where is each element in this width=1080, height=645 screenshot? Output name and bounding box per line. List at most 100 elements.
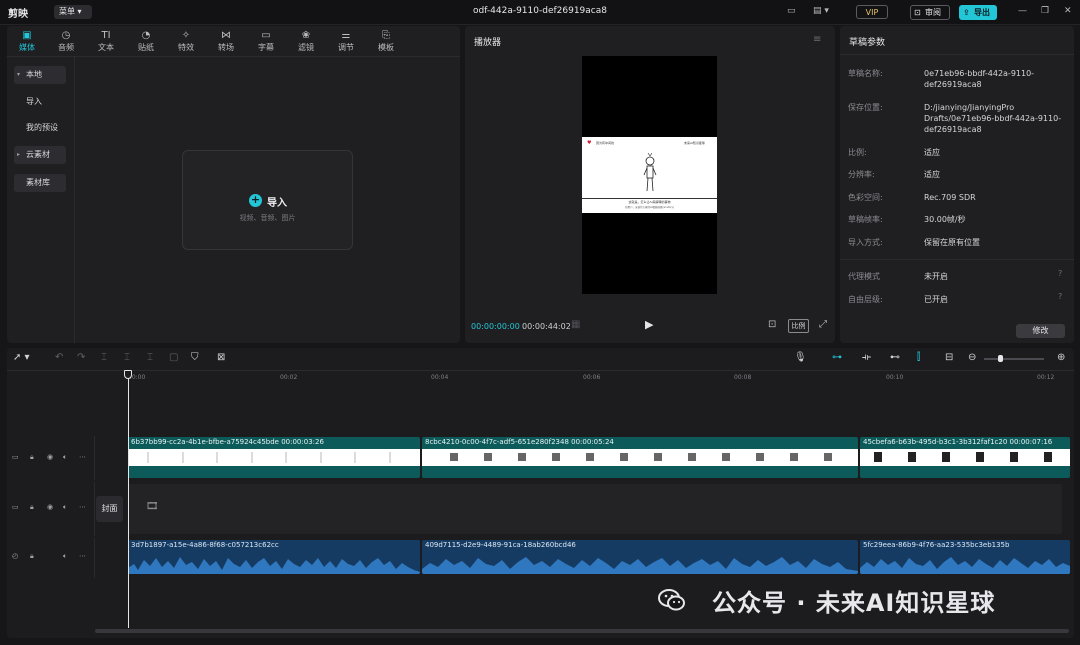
- sidebar-item-local[interactable]: 本地: [14, 66, 66, 84]
- video-viewport[interactable]: ♥ 因为有中间线 未来AI知识星球 这就是，怎么让AI来解释的事物 新用户，来创…: [582, 56, 717, 294]
- zoom-in-icon[interactable]: ⊕: [1057, 352, 1065, 363]
- link-icon[interactable]: ⊷: [890, 352, 900, 363]
- sidebar-item-cloud[interactable]: 云素材: [14, 146, 66, 164]
- image-edit-icon[interactable]: ⊠: [217, 352, 225, 363]
- fit-screen-icon[interactable]: ⊡: [768, 319, 776, 330]
- hamburger-icon[interactable]: ≡: [813, 34, 821, 45]
- speaker-icon[interactable]: 🔈︎: [63, 503, 67, 512]
- split-right-icon[interactable]: ⌶: [147, 352, 153, 363]
- sparkle-icon: ✧: [181, 30, 191, 41]
- more-icon[interactable]: ⋯: [79, 453, 86, 461]
- time-ruler[interactable]: 00:00 00:02 00:04 00:06 00:08 00:10 00:1…: [128, 372, 1074, 384]
- tab-caption[interactable]: ▭ 字幕: [246, 29, 286, 53]
- sticker-icon: ◔: [141, 30, 151, 41]
- playhead-handle[interactable]: [124, 370, 132, 379]
- video-clip[interactable]: 45cbefa6-b63b-495d-b3c1-3b312faf1c20 00:…: [860, 437, 1070, 478]
- layout-icon[interactable]: ▤ ▾: [813, 6, 829, 16]
- monitor-icon[interactable]: ▭: [787, 6, 796, 16]
- draft-value-ratio: 适应: [924, 148, 940, 157]
- help-icon[interactable]: ?: [1058, 292, 1062, 301]
- main-track-area[interactable]: 🎞︎: [128, 484, 1062, 534]
- video-clip[interactable]: 6b37bb99-cc2a-4b1e-bfbe-a75924c45bde 00:…: [128, 437, 420, 478]
- lock-icon[interactable]: 🔒︎: [30, 503, 34, 512]
- clip-thumbnails: [422, 449, 858, 466]
- thumbnail-strip: [874, 452, 1052, 462]
- lock-icon[interactable]: 🔒︎: [30, 453, 34, 462]
- redo-icon[interactable]: ↷: [77, 352, 85, 363]
- zoom-slider[interactable]: [984, 358, 1044, 360]
- fullscreen-icon[interactable]: ⤢: [819, 319, 827, 330]
- delete-icon[interactable]: ▢: [169, 352, 178, 363]
- tab-text[interactable]: TI 文本: [86, 29, 126, 53]
- split-left-icon[interactable]: ⌶: [124, 352, 130, 363]
- export-icon: ⇪: [963, 8, 970, 17]
- microphone-icon[interactable]: 🎙: [794, 352, 807, 363]
- playhead[interactable]: [128, 372, 129, 628]
- review-button[interactable]: ⊡ 审阅: [910, 5, 950, 20]
- tab-transition[interactable]: ⋈ 转场: [206, 29, 246, 53]
- video-clip[interactable]: 8cbc4210-0c00-4f7c-adf5-651e280f2348 00:…: [422, 437, 858, 478]
- ratio-button[interactable]: 比例: [788, 319, 809, 333]
- sidebar-item-import[interactable]: 导入: [14, 93, 66, 111]
- modify-button[interactable]: 修改: [1016, 324, 1065, 338]
- help-icon[interactable]: ?: [1058, 269, 1062, 278]
- select-cursor-icon[interactable]: ➚ ▾: [13, 352, 30, 363]
- preview-axis-icon[interactable]: ⫿: [917, 352, 920, 363]
- import-dropzone[interactable]: + 导入 视频、音频、图片: [182, 150, 353, 250]
- play-icon[interactable]: ▶: [645, 318, 653, 331]
- auto-snap-icon[interactable]: ⟛: [862, 352, 871, 363]
- tick-label: 00:02: [280, 374, 298, 381]
- cover-button[interactable]: 封面: [96, 496, 123, 522]
- clip-name: 6b37bb99-cc2a-4b1e-bfbe-a75924c45bde: [131, 438, 279, 446]
- thumbnail-strip: [147, 452, 391, 463]
- eye-icon[interactable]: ◉: [47, 503, 53, 511]
- marker-icon[interactable]: ⛉: [191, 352, 199, 363]
- draft-label-proxy: 代理模式: [848, 272, 880, 281]
- tab-label: 调节: [338, 43, 354, 52]
- tab-filter[interactable]: ❀ 滤镜: [286, 29, 326, 53]
- tab-label: 特效: [178, 43, 194, 52]
- tab-media[interactable]: ▣ 媒体: [7, 29, 47, 53]
- track-header-video-1: ▭ 🔒︎ ◉ 🔈︎ ⋯: [7, 436, 95, 480]
- audio-waveform: [128, 557, 420, 574]
- tab-adjust[interactable]: ⚌ 调节: [326, 29, 366, 53]
- zoom-slider-handle[interactable]: [998, 355, 1003, 362]
- sidebar-item-presets[interactable]: 我的预设: [14, 119, 66, 137]
- tab-effects[interactable]: ✧ 特效: [166, 29, 206, 53]
- speaker-icon[interactable]: 🔈︎: [63, 453, 67, 462]
- audio-clip[interactable]: 409d7115-d2e9-4489-91ca-18ab260bcd46: [422, 540, 858, 574]
- export-button[interactable]: ⇪ 导出: [959, 5, 997, 20]
- main-track-magnet-icon[interactable]: ⊶: [832, 352, 842, 363]
- import-hint: 视频、音频、图片: [239, 214, 296, 222]
- timeline-settings-icon[interactable]: ⊟: [945, 352, 953, 363]
- tab-sticker[interactable]: ◔ 贴纸: [126, 29, 166, 53]
- vip-badge[interactable]: VIP: [856, 5, 888, 19]
- close-icon[interactable]: ✕: [1064, 6, 1072, 16]
- tab-audio[interactable]: ◷ 音频: [46, 29, 86, 53]
- undo-icon[interactable]: ↶: [55, 352, 63, 363]
- audio-clip[interactable]: 5fc29eea-86b9-4f76-aa23-535bc3eb135b: [860, 540, 1070, 574]
- audio-clip[interactable]: 3d7b1897-a15e-4a86-8f68-c057213c62cc: [128, 540, 420, 574]
- eye-icon[interactable]: ◉: [47, 453, 53, 461]
- draft-label-ratio: 比例:: [848, 148, 867, 157]
- draft-label-import-mode: 导入方式:: [848, 238, 883, 247]
- speaker-icon[interactable]: 🔈︎: [63, 552, 67, 561]
- draft-title: 草稿参数: [849, 38, 886, 48]
- timeline-scrollbar[interactable]: [95, 629, 1069, 633]
- lock-icon[interactable]: 🔒︎: [30, 552, 34, 561]
- clip-thumbnails: [128, 449, 420, 466]
- maximize-icon[interactable]: ❐: [1041, 6, 1049, 16]
- sidebar-item-library[interactable]: 素材库: [14, 174, 66, 192]
- more-icon[interactable]: ⋯: [79, 552, 86, 560]
- more-icon[interactable]: ⋯: [79, 503, 86, 511]
- media-tabs: ▣ 媒体 ◷ 音频 TI 文本 ◔ 贴纸 ✧ 特效 ⋈ 转场 ▭ 字幕 ❀ 滤镜 ⚌ 调节 ⎘ 模板: [7, 26, 460, 57]
- tab-template[interactable]: ⎘ 模板: [366, 29, 406, 53]
- draft-divider: [840, 54, 1074, 55]
- zoom-out-icon[interactable]: ⊖: [968, 352, 976, 363]
- timecode-grid-icon[interactable]: ▦: [571, 319, 580, 330]
- caption-icon: ▭: [261, 30, 271, 41]
- split-icon[interactable]: ⌶: [101, 352, 107, 363]
- review-icon: ⊡: [914, 8, 921, 17]
- minimize-icon[interactable]: —: [1018, 6, 1027, 16]
- film-icon: 🎞︎: [146, 501, 159, 512]
